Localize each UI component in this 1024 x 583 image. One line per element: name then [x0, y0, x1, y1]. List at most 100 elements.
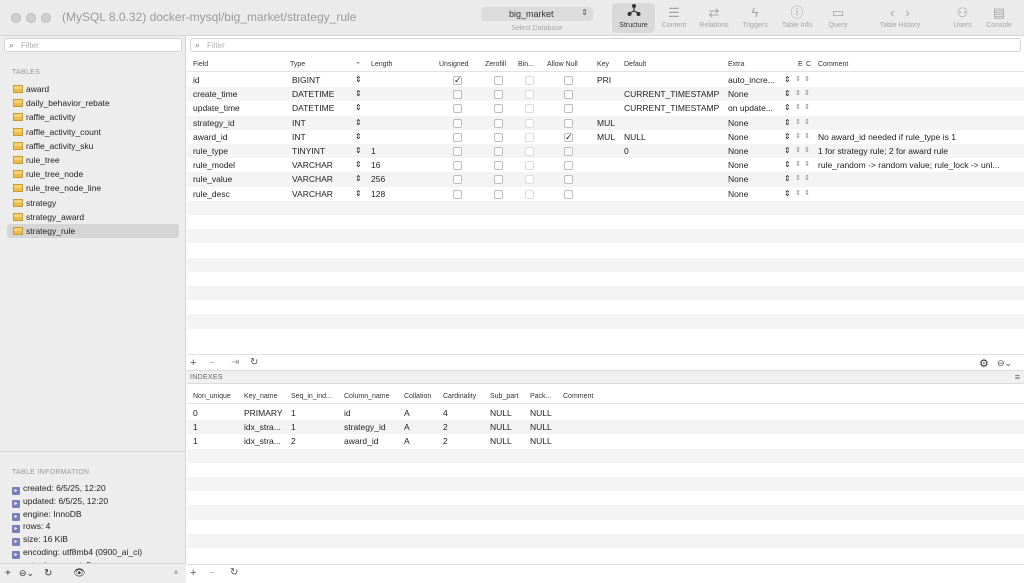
index-column-header[interactable]: Comment	[563, 393, 593, 400]
default-cell[interactable]: 0	[624, 146, 724, 156]
encoding-stepper-icon[interactable]: ⇕	[795, 160, 801, 168]
field-cell[interactable]: rule_type	[193, 146, 283, 156]
allow-null-checkbox[interactable]	[564, 175, 573, 185]
table-row[interactable]: rule_model VARCHAR 16 None rule_random -> ra…	[187, 158, 1024, 172]
collation-stepper-icon[interactable]: ⇕	[804, 189, 810, 197]
collation-stepper-icon[interactable]: ⇕	[804, 75, 810, 83]
refresh-indexes-button[interactable]: ↻	[230, 567, 238, 578]
extra-stepper-icon[interactable]: ⇕	[784, 118, 791, 127]
unsigned-checkbox[interactable]	[453, 118, 462, 128]
extra-stepper-icon[interactable]: ⇕	[784, 174, 791, 183]
unsigned-checkbox[interactable]	[453, 90, 462, 100]
console-button[interactable]: ▤ Console	[983, 3, 1015, 33]
gear-icon[interactable]: ⚙	[979, 357, 989, 370]
collation-stepper-icon[interactable]: ⇕	[804, 146, 810, 154]
column-header[interactable]: C	[806, 61, 811, 68]
table-list-item[interactable]: raffle_activity_sku	[7, 139, 179, 153]
column-header[interactable]: Length	[371, 61, 392, 68]
field-cell[interactable]: rule_model	[193, 160, 283, 170]
table-list-item[interactable]: rule_tree_node_line	[7, 181, 179, 195]
extra-cell[interactable]: None	[728, 160, 783, 170]
allow-null-checkbox[interactable]	[564, 147, 573, 156]
binary-checkbox[interactable]	[525, 175, 534, 185]
menu-icon[interactable]: ≡	[1015, 372, 1020, 382]
binary-checkbox[interactable]	[525, 189, 534, 199]
table-list-item[interactable]: strategy	[7, 196, 179, 210]
binary-checkbox[interactable]	[525, 147, 534, 156]
allow-null-checkbox[interactable]: ✓	[564, 132, 573, 142]
query-tab[interactable]: ▭ Query	[824, 3, 852, 33]
encoding-stepper-icon[interactable]: ⇕	[795, 75, 801, 83]
table-list-item[interactable]: strategy_award	[7, 210, 179, 224]
unsigned-checkbox[interactable]	[453, 104, 462, 114]
allow-null-checkbox[interactable]	[564, 118, 573, 128]
add-table-button[interactable]: +	[5, 568, 11, 579]
unsigned-checkbox[interactable]	[453, 161, 462, 171]
index-column-header[interactable]: Collation	[404, 393, 431, 400]
type-stepper-icon[interactable]: ⇕	[355, 132, 362, 141]
refresh-fields-button[interactable]: ↻	[250, 357, 258, 368]
sidebar-resize-handle[interactable]: ⏸	[174, 568, 178, 578]
index-column-header[interactable]: Seq_in_ind...	[291, 393, 332, 400]
triggers-tab[interactable]: ϟ Triggers	[738, 3, 772, 33]
zerofill-checkbox[interactable]	[494, 118, 503, 128]
extra-cell[interactable]: auto_incre...	[728, 75, 783, 85]
unsigned-checkbox[interactable]	[453, 189, 462, 199]
index-column-header[interactable]: Sub_part	[490, 393, 518, 400]
column-header[interactable]: Zerofill	[485, 61, 506, 68]
refresh-button[interactable]: ↻	[44, 568, 52, 579]
index-column-header[interactable]: Pack...	[530, 393, 551, 400]
allow-null-checkbox[interactable]	[564, 76, 573, 85]
encoding-stepper-icon[interactable]: ⇕	[795, 132, 801, 140]
column-header[interactable]: Allow Null	[547, 61, 578, 68]
type-stepper-icon[interactable]: ⇕	[355, 146, 362, 155]
table-row[interactable]: strategy_id INT MUL None ⇕ ⇕ ⇕ ⇕	[187, 115, 1024, 130]
column-header[interactable]: Key	[597, 61, 609, 68]
type-stepper-icon[interactable]: ⇕	[355, 75, 362, 84]
collation-stepper-icon[interactable]: ⇕	[804, 160, 810, 168]
table-list-item[interactable]: strategy_rule	[7, 223, 179, 239]
column-header[interactable]: E	[798, 61, 803, 68]
minimize-window-button[interactable]	[26, 13, 36, 23]
zerofill-checkbox[interactable]	[494, 76, 503, 85]
table-history-button[interactable]: ‹ › Table History	[876, 3, 924, 33]
extra-cell[interactable]: None	[728, 89, 783, 99]
index-row[interactable]: 1 idx_stra... 1 strategy_id A 2 NULL NULL	[187, 420, 1024, 435]
encoding-stepper-icon[interactable]: ⇕	[795, 174, 801, 182]
field-cell[interactable]: rule_desc	[193, 189, 283, 199]
column-header[interactable]: Field	[193, 61, 208, 68]
unsigned-checkbox[interactable]	[453, 175, 462, 185]
encoding-stepper-icon[interactable]: ⇕	[795, 89, 801, 97]
collation-stepper-icon[interactable]: ⇕	[804, 118, 810, 126]
close-window-button[interactable]	[11, 13, 21, 23]
extra-stepper-icon[interactable]: ⇕	[784, 146, 791, 155]
unsigned-checkbox[interactable]	[453, 132, 462, 142]
comment-cell[interactable]: 1 for strategy rule; 2 for award rule	[818, 146, 1023, 156]
field-cell[interactable]: create_time	[193, 89, 283, 99]
type-stepper-icon[interactable]: ⇕	[355, 103, 362, 112]
unsigned-checkbox[interactable]	[453, 147, 462, 156]
type-cell[interactable]: TINYINT	[292, 146, 352, 156]
extra-cell[interactable]: on update...	[728, 103, 783, 113]
extra-cell[interactable]: None	[728, 118, 783, 128]
default-cell[interactable]: NULL	[624, 132, 724, 142]
add-field-button[interactable]: +	[190, 357, 196, 369]
collation-stepper-icon[interactable]: ⇕	[804, 132, 810, 140]
type-stepper-icon[interactable]: ⇕	[355, 189, 362, 198]
structure-tab[interactable]: Structure	[612, 3, 655, 33]
table-list-item[interactable]: daily_behavior_rebate	[7, 96, 179, 110]
extra-stepper-icon[interactable]: ⇕	[784, 160, 791, 169]
key-cell[interactable]: PRI	[597, 75, 622, 85]
type-stepper-icon[interactable]: ⇕	[355, 174, 362, 183]
index-column-header[interactable]: Key_name	[244, 393, 277, 400]
type-cell[interactable]: DATETIME	[292, 103, 352, 113]
index-column-header[interactable]: Non_unique	[193, 393, 231, 400]
field-cell[interactable]: id	[193, 75, 283, 85]
binary-checkbox[interactable]	[525, 76, 534, 85]
length-cell[interactable]: 1	[371, 146, 431, 156]
column-header[interactable]: Default	[624, 61, 646, 68]
zoom-window-button[interactable]	[41, 13, 51, 23]
duplicate-field-button[interactable]: ⇥	[231, 357, 239, 368]
table-actions-menu[interactable]: ⊖⌄	[19, 568, 34, 579]
field-cell[interactable]: strategy_id	[193, 118, 283, 128]
